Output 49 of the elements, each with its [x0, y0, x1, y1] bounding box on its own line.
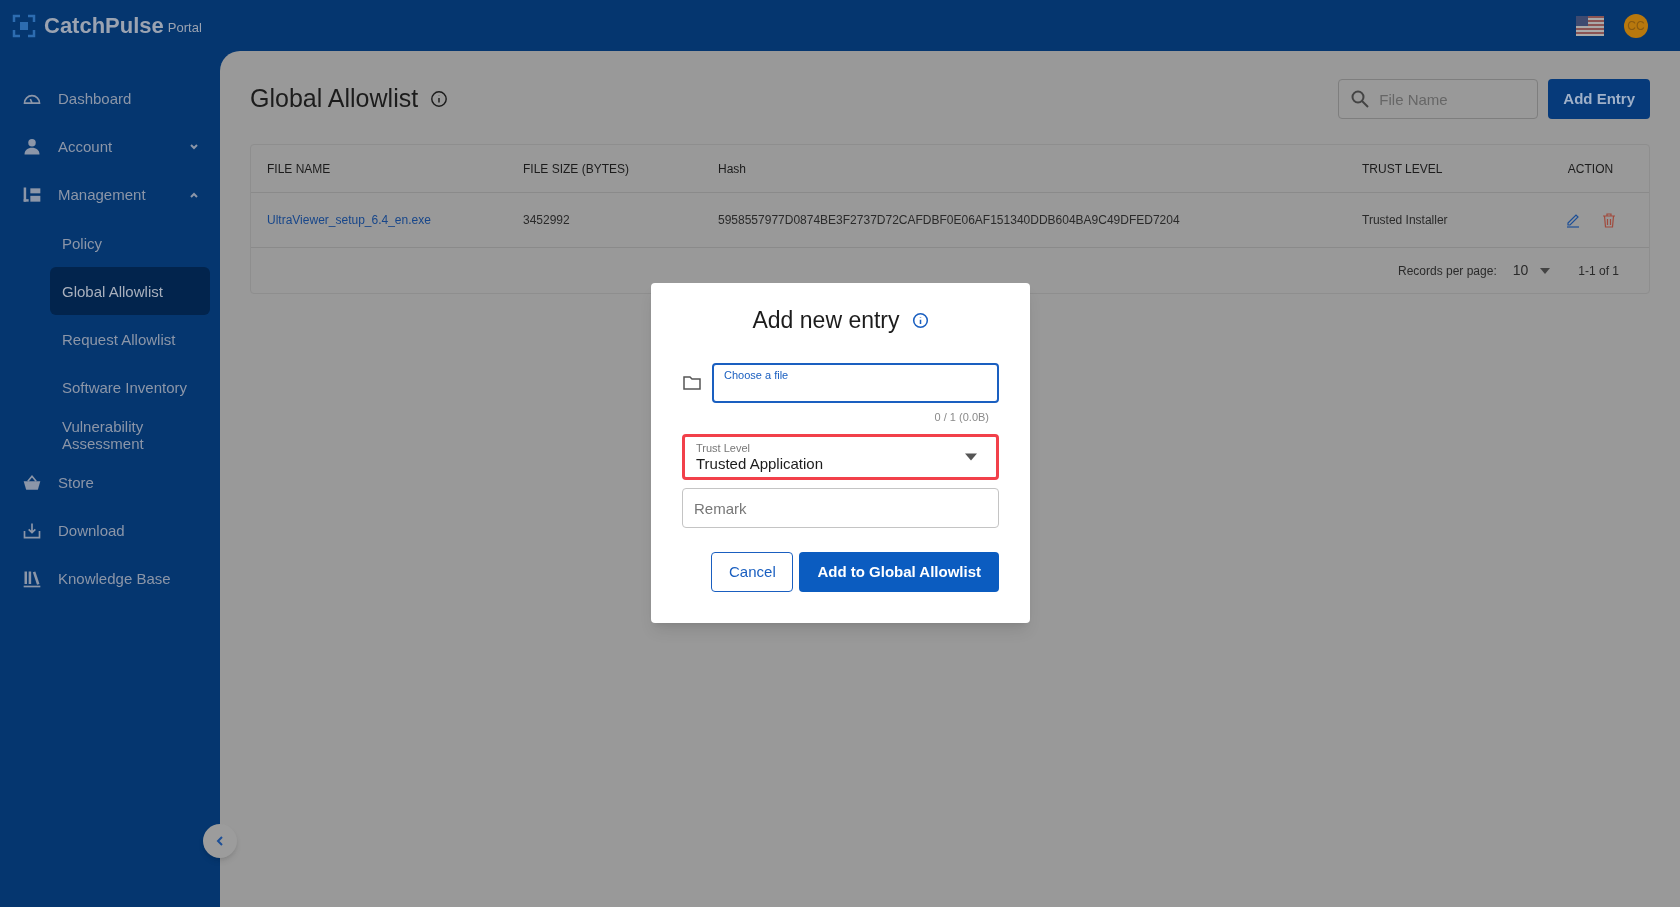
brand-suffix: Portal — [167, 18, 202, 37]
trust-level-select[interactable]: Trust Level Trusted Application — [682, 434, 999, 480]
column-header: TRUST LEVEL — [1362, 160, 1444, 178]
add-entry-button[interactable]: Add Entry — [1548, 79, 1650, 119]
nav-item[interactable]: Management — [0, 171, 220, 219]
table-cell-text: 5958557977D0874BE3F2737D72CAFDBF0E06AF151340DDB604BA9C49DFED7204 — [718, 212, 1181, 229]
nav-item[interactable]: Knowledge Base — [0, 555, 220, 603]
basket-icon — [22, 473, 42, 493]
nav-subitem[interactable]: Vulnerability Assessment — [50, 411, 210, 459]
nav-item[interactable]: Account — [0, 123, 220, 171]
flag-icon[interactable] — [1576, 15, 1604, 36]
dropdown-icon — [965, 453, 977, 461]
file-name-link[interactable]: UltraViewer_setup_6.4_en.exe — [267, 211, 523, 229]
download-icon — [22, 521, 42, 541]
page-title: Global Allowlist — [250, 83, 419, 115]
column-header: FILE NAME — [267, 160, 332, 178]
books-icon — [22, 569, 42, 589]
nav-item[interactable]: Store — [0, 459, 220, 507]
column-header: ACTION — [1566, 160, 1615, 178]
records-label: Records per page: — [1398, 262, 1497, 280]
dropdown-icon — [1540, 266, 1551, 275]
table-cell-text: Trusted Installer — [1362, 212, 1449, 229]
brand-name: CatchPulse — [44, 12, 164, 40]
edit-icon[interactable] — [1564, 212, 1581, 228]
nav-item[interactable]: Dashboard — [0, 75, 220, 123]
table-cell-text: 3452992 — [523, 212, 571, 229]
user-icon — [22, 137, 42, 157]
logo-icon — [12, 13, 36, 38]
nav-subitem[interactable]: Global Allowlist — [50, 267, 210, 315]
info-icon[interactable] — [911, 311, 929, 329]
file-counter: 0 / 1 (0.0B) — [934, 409, 989, 425]
cancel-button[interactable]: Cancel — [711, 552, 794, 592]
page-range: 1-1 of 1 — [1578, 262, 1619, 280]
nav-subitem[interactable]: Policy — [50, 219, 210, 267]
add-to-allowlist-button[interactable]: Add to Global Allowlist — [799, 552, 999, 592]
file-input-field[interactable]: Choose a file — [712, 362, 999, 403]
per-page-select[interactable]: 10 — [1512, 260, 1551, 281]
nav-subitem[interactable]: Software Inventory — [50, 363, 210, 411]
collapse-sidebar-button[interactable] — [203, 824, 237, 858]
remark-field[interactable]: Remark — [682, 488, 999, 528]
chevron-left-icon — [214, 835, 226, 847]
nav-item[interactable]: Download — [0, 507, 220, 555]
list-icon — [22, 185, 42, 205]
search-icon — [1350, 89, 1371, 109]
column-header: FILE SIZE (BYTES) — [523, 160, 631, 178]
dialog-title: Add new entry — [752, 306, 900, 335]
nav-subitem[interactable]: Request Allowlist — [50, 315, 210, 363]
column-header: Hash — [718, 160, 747, 178]
info-icon[interactable] — [430, 90, 449, 108]
